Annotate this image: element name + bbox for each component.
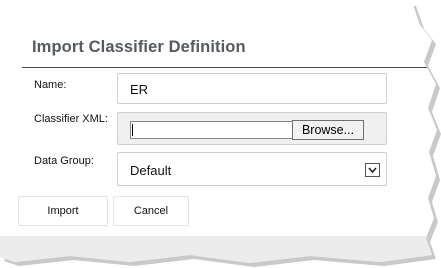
cancel-button[interactable]: Cancel bbox=[113, 196, 189, 226]
classifier-xml-label: Classifier XML: bbox=[34, 113, 108, 125]
title-divider bbox=[22, 67, 437, 68]
name-value: ER bbox=[130, 82, 149, 97]
classifier-xml-field: Browse... bbox=[117, 112, 387, 145]
data-group-value: Default bbox=[130, 163, 172, 178]
name-input[interactable]: ER bbox=[117, 73, 387, 104]
dialog-panel: Import Classifier Definition Name: ER Cl… bbox=[0, 2, 437, 263]
browse-button[interactable]: Browse... bbox=[292, 120, 364, 140]
dialog-title: Import Classifier Definition bbox=[32, 38, 246, 56]
import-button[interactable]: Import bbox=[18, 196, 108, 226]
file-path-input[interactable] bbox=[130, 121, 292, 139]
name-label: Name: bbox=[34, 79, 67, 91]
screenshot: Import Classifier Definition Name: ER Cl… bbox=[0, 0, 441, 267]
data-group-select[interactable]: Default bbox=[117, 152, 387, 186]
text-caret bbox=[132, 124, 133, 136]
data-group-label: Data Group: bbox=[34, 155, 94, 167]
chevron-down-icon[interactable] bbox=[365, 163, 380, 177]
